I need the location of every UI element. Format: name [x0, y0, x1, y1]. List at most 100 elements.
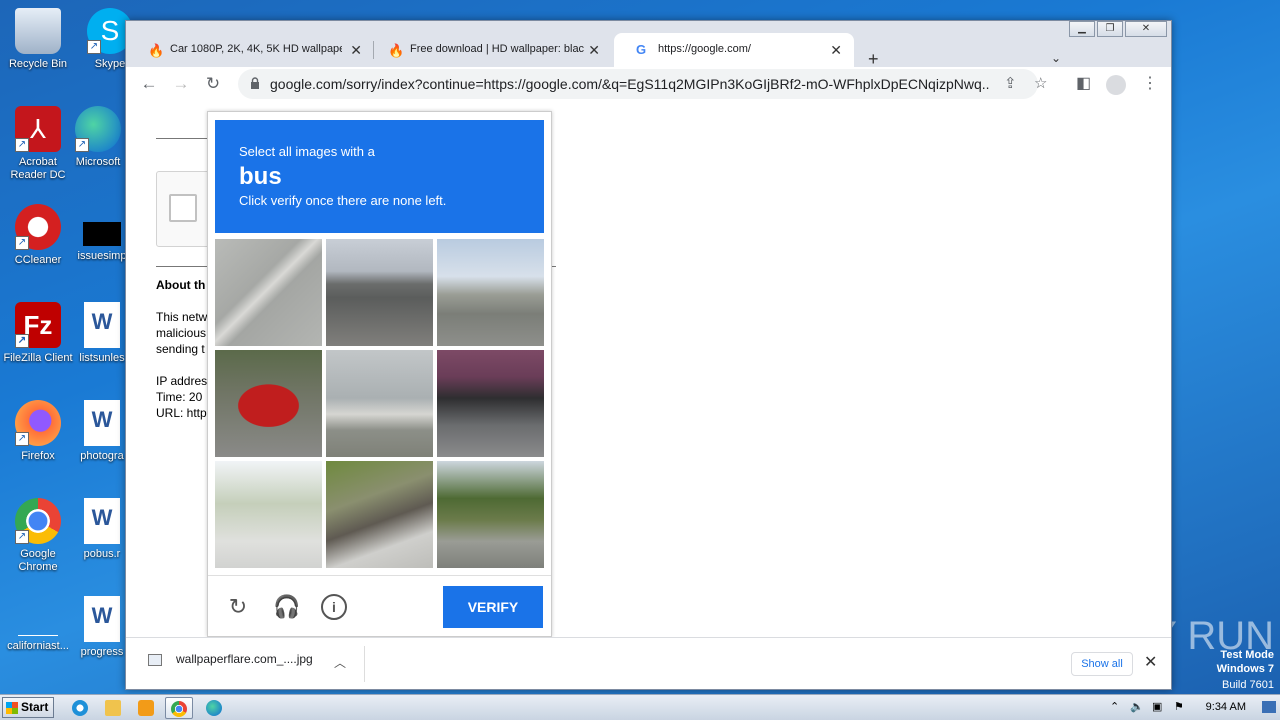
challenge-target: bus — [239, 163, 282, 190]
browser-toolbar: ← → ↻ google.com/sorry/index?continue=ht… — [126, 67, 1171, 101]
recaptcha-checkbox[interactable] — [169, 194, 197, 222]
tab-car-wallpapers[interactable]: 🔥 Car 1080P, 2K, 4K, 5K HD wallpapers ✕ — [126, 33, 374, 67]
image-tile[interactable] — [215, 350, 322, 457]
tab-title: https://google.com/ — [658, 43, 751, 55]
image-tile[interactable] — [326, 461, 433, 568]
lock-icon — [251, 77, 259, 89]
reload-challenge-icon[interactable]: ↻ — [225, 594, 251, 620]
desktop-icon-label: Skype — [94, 58, 126, 70]
watermark-line-build: Build 7601 — [1222, 679, 1274, 691]
close-tab-icon[interactable]: ✕ — [830, 42, 842, 59]
file-thumbnail-icon — [18, 596, 58, 636]
verify-button[interactable]: VERIFY — [443, 586, 543, 628]
tray-expand-icon[interactable]: ⌃ — [1110, 700, 1119, 713]
image-tile[interactable] — [326, 239, 433, 346]
close-tab-icon[interactable]: ✕ — [350, 42, 362, 59]
about-heading: About th — [156, 278, 206, 292]
image-tile[interactable] — [437, 350, 544, 457]
desktop-icon-label: Recycle Bin — [8, 58, 68, 70]
url-text: google.com/sorry/index?continue=https://… — [270, 76, 990, 92]
word-document-icon: W — [84, 596, 120, 642]
show-desktop-icon[interactable] — [1262, 701, 1276, 713]
start-button[interactable]: Start — [2, 697, 54, 718]
word-document-icon: W — [84, 400, 120, 446]
desktop-icon-recycle-bin[interactable]: Recycle Bin — [0, 8, 76, 71]
tab-strip: 🔥 Car 1080P, 2K, 4K, 5K HD wallpapers ✕ … — [126, 33, 1171, 69]
watermark-line-test-mode: Test Mode — [1220, 649, 1274, 661]
profile-avatar-icon[interactable] — [1106, 75, 1126, 95]
challenge-instruction: Select all images with a — [239, 144, 375, 159]
image-tile[interactable] — [215, 239, 322, 346]
url-line: URL: http — [156, 406, 207, 420]
tab-free-download[interactable]: 🔥 Free download | HD wallpaper: black ✕ — [366, 33, 612, 67]
desktop-icon-label: photogra — [80, 450, 124, 462]
desktop-icon-label: listsunles — [79, 352, 125, 364]
fire-favicon-icon: 🔥 — [148, 43, 165, 58]
taskbar-ie[interactable] — [66, 697, 94, 719]
taskbar-edge[interactable] — [200, 697, 228, 719]
google-favicon-icon: G — [636, 42, 647, 57]
recaptcha-challenge: Select all images with a bus Click verif… — [207, 111, 552, 637]
desktop-icon-label: californiast... — [7, 640, 69, 652]
download-bar: wallpaperflare.com_....jpg ︿ Show all ✕ — [126, 637, 1171, 689]
image-tile[interactable] — [215, 461, 322, 568]
bookmark-star-icon[interactable]: ☆ — [1034, 74, 1047, 92]
desktop-icon-label: Acrobat Reader DC — [10, 156, 66, 181]
edge-icon: ↗ — [75, 106, 121, 152]
forward-button[interactable]: → — [170, 73, 192, 95]
desktop-icon-label: Microsoft — [75, 156, 121, 168]
info-icon[interactable]: i — [321, 594, 347, 620]
desktop-icon-label: issuesimp — [77, 250, 127, 262]
close-tab-icon[interactable]: ✕ — [588, 42, 600, 59]
taskbar-chrome[interactable] — [165, 697, 193, 719]
reload-button[interactable]: ↻ — [202, 73, 224, 95]
page-viewport: About th This netw malicious sending t I… — [126, 101, 1171, 637]
ip-address-line: IP addres — [156, 374, 208, 388]
chevron-up-icon[interactable]: ︿ — [334, 654, 346, 671]
tab-title: Car 1080P, 2K, 4K, 5K HD wallpapers — [170, 43, 342, 55]
explanation-line: sending t — [156, 342, 205, 356]
show-all-button[interactable]: Show all — [1071, 652, 1133, 676]
word-document-icon: W — [84, 498, 120, 544]
fire-favicon-icon: 🔥 — [388, 43, 405, 58]
windows-logo-icon — [6, 702, 18, 714]
recycle-bin-icon — [15, 8, 61, 54]
side-panel-icon[interactable]: ◧ — [1076, 73, 1091, 93]
challenge-header: Select all images with a bus Click verif… — [215, 120, 544, 233]
desktop-icon-label: FileZilla Client — [3, 352, 73, 364]
image-tile[interactable] — [437, 461, 544, 568]
desktop-icon-label: progress — [80, 646, 124, 658]
desktop-icon-label: pobus.r — [83, 548, 121, 560]
share-icon[interactable]: ⇪ — [1004, 74, 1017, 92]
image-tile[interactable] — [326, 350, 433, 457]
divider — [156, 138, 211, 139]
taskbar-explorer[interactable] — [99, 697, 127, 719]
chrome-icon: ↗ — [15, 498, 61, 544]
taskbar: Start ⌃ 🔈 ▣ ⚑ 9:34 AM — [0, 694, 1280, 720]
image-tile[interactable] — [437, 239, 544, 346]
network-icon[interactable]: ▣ — [1152, 700, 1162, 713]
chrome-icon — [171, 701, 187, 717]
back-button[interactable]: ← — [138, 73, 160, 95]
close-download-bar-icon[interactable]: ✕ — [1144, 652, 1157, 672]
internet-explorer-icon — [72, 700, 88, 716]
action-center-flag-icon[interactable]: ⚑ — [1174, 700, 1184, 713]
clock[interactable]: 9:34 AM — [1206, 701, 1246, 713]
image-grid — [215, 239, 544, 568]
watermark-line-windows: Windows 7 — [1216, 663, 1274, 675]
menu-kebab-icon[interactable]: ⋮ — [1142, 73, 1158, 93]
tab-search-chevron-icon[interactable]: ⌄ — [1051, 51, 1061, 65]
tab-google[interactable]: G https://google.com/ ✕ — [614, 33, 854, 67]
download-item[interactable]: wallpaperflare.com_....jpg — [146, 652, 313, 666]
challenge-hint: Click verify once there are none left. — [239, 193, 447, 208]
firefox-icon: ↗ — [15, 400, 61, 446]
word-document-icon: W — [84, 302, 120, 348]
system-tray: ⌃ 🔈 ▣ ⚑ 9:34 AM — [1100, 695, 1280, 720]
volume-icon[interactable]: 🔈 — [1130, 700, 1144, 713]
download-separator — [364, 646, 365, 682]
audio-challenge-icon[interactable]: 🎧 — [273, 594, 300, 620]
address-bar[interactable]: google.com/sorry/index?continue=https://… — [238, 69, 1047, 99]
image-file-icon — [148, 654, 162, 666]
taskbar-media-player[interactable] — [132, 697, 160, 719]
desktop-icon-label: Firefox — [21, 450, 55, 462]
